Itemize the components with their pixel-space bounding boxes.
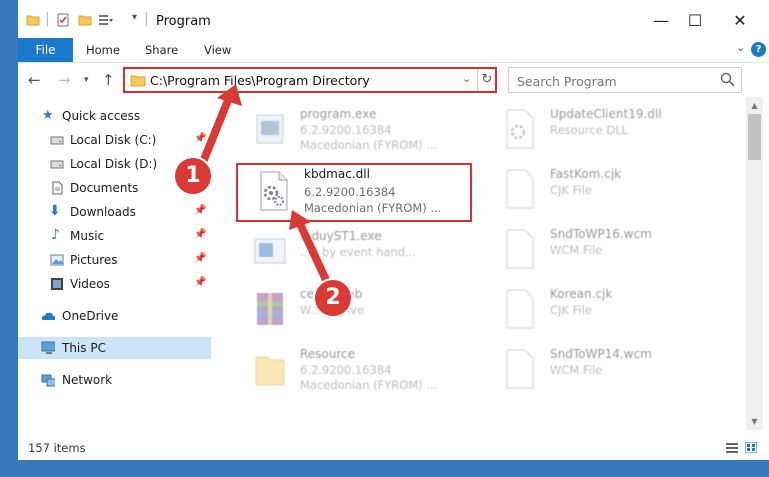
callout-badge-2: 2 — [313, 278, 353, 318]
arrow-to-address-bar — [199, 94, 233, 166]
arrow-to-file — [297, 222, 331, 286]
callout-arrows — [199, 84, 331, 286]
callout-badge-1: 1 — [173, 156, 213, 196]
